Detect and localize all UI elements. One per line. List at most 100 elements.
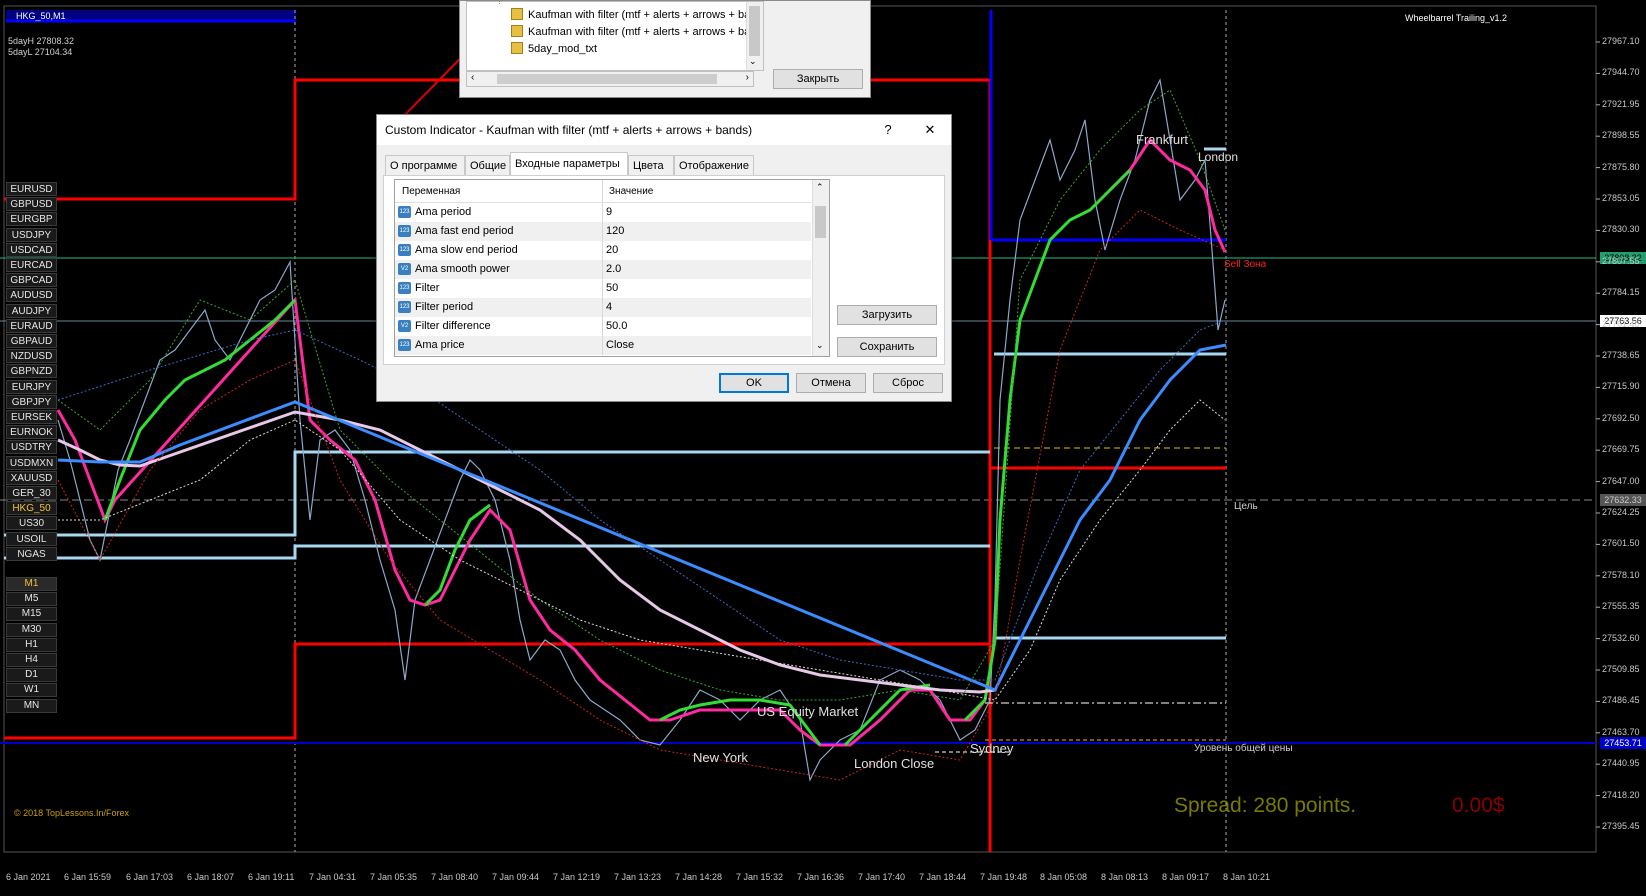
param-row[interactable]: 123 Ama fast end period 120 (395, 222, 811, 241)
param-row[interactable]: 123 Ama price Close (395, 336, 811, 355)
symbol-button-eurjpy[interactable]: EURJPY (6, 379, 57, 394)
param-value[interactable]: 9 (606, 203, 612, 222)
timeframe-button-m5[interactable]: M5 (6, 592, 57, 607)
navigator-item-label: 5day_mod_txt (528, 43, 598, 55)
symbol-button-gbpaud[interactable]: GBPAUD (6, 334, 57, 348)
param-row[interactable]: 123 Filter 50 (395, 279, 811, 298)
param-separator (602, 260, 603, 279)
chevron-down-icon[interactable]: ⌄ (816, 340, 824, 351)
navigator-hscroll[interactable]: ‹ › (466, 71, 754, 87)
timeframe-button-m30[interactable]: M30 (6, 622, 57, 637)
session-sydney: Sydney (970, 741, 1014, 756)
param-separator (602, 336, 603, 355)
target-label: Цель (1234, 501, 1258, 512)
session-london: London (1198, 150, 1239, 164)
tab-1[interactable]: Общие (465, 155, 510, 175)
price-axis-label: 27624.25 (1602, 507, 1640, 517)
save-button[interactable]: Сохранить (837, 337, 937, 357)
symbol-button-gbpusd[interactable]: GBPUSD (6, 197, 57, 212)
symbol-button-usdcad[interactable]: USDCAD (6, 242, 57, 257)
spread-text: Spread: 280 points. (1174, 794, 1357, 817)
green-ma-2 (423, 503, 491, 607)
param-value[interactable]: 50 (606, 279, 618, 298)
symbol-button-xauusd[interactable]: XAUUSD (6, 470, 57, 485)
tab-3[interactable]: Цвета (628, 155, 674, 175)
tab-2[interactable]: Входные параметры (510, 152, 628, 176)
session-frankfurt: Frankfurt (1136, 132, 1189, 147)
symbol-button-usdtry[interactable]: USDTRY (6, 440, 57, 455)
price-axis-label: 27486.45 (1602, 695, 1640, 706)
symbol-button-usoil[interactable]: USOIL (6, 531, 57, 546)
chevron-up-icon[interactable]: ⌃ (816, 182, 824, 193)
reset-button[interactable]: Сброс (873, 373, 943, 393)
symbol-button-gbpjpy[interactable]: GBPJPY (6, 394, 57, 409)
symbol-button-audusd[interactable]: AUDUSD (6, 288, 57, 303)
time-axis-label: 7 Jan 15:32 (736, 872, 784, 882)
navigator-close-button[interactable]: Закрыть (773, 69, 863, 89)
timeframe-button-d1[interactable]: D1 (6, 668, 57, 683)
param-row[interactable]: 123 Ama period 9 (395, 203, 811, 222)
chevron-down-icon[interactable]: ⌄ (749, 56, 757, 67)
navigator-vscroll[interactable]: ⌄ (746, 2, 763, 70)
symbol-button-eurnok[interactable]: EURNOK (6, 425, 57, 440)
symbol-button-usdjpy[interactable]: USDJPY (6, 227, 57, 242)
param-row[interactable]: V2 Ama smooth power 2.0 (395, 260, 811, 279)
symbol-button-gbpnzd[interactable]: GBPNZD (6, 364, 57, 379)
symbol-button-eurgbp[interactable]: EURGBP (6, 212, 57, 227)
time-axis-label: 8 Jan 09:17 (1162, 872, 1210, 882)
cancel-button[interactable]: Отмена (796, 373, 866, 393)
param-value[interactable]: 4 (606, 298, 612, 317)
tab-4[interactable]: Отображение (674, 155, 754, 175)
param-value[interactable]: 50.0 (606, 317, 627, 336)
time-axis-label: 7 Jan 09:44 (492, 872, 540, 882)
symbol-button-gbpcad[interactable]: GBPCAD (6, 273, 57, 288)
param-value[interactable]: 120 (606, 222, 624, 241)
timeframe-button-m1[interactable]: M1 (6, 577, 57, 591)
param-name: Ama slow end period (415, 244, 518, 256)
dialog-title: Custom Indicator - Kaufman with filter (… (385, 123, 753, 137)
timeframe-button-h1[interactable]: H1 (6, 637, 57, 652)
five-day-low: 5dayL 27104.34 (8, 47, 73, 57)
ok-button[interactable]: OK (719, 373, 789, 393)
tab-0[interactable]: О программе (385, 155, 465, 175)
grid-vscroll[interactable]: ⌃ ⌄ (812, 180, 829, 356)
symbol-button-audjpy[interactable]: AUDJPY (6, 303, 57, 318)
load-button[interactable]: Загрузить (837, 305, 937, 325)
grid-header-variable: Переменная (402, 186, 461, 197)
help-button[interactable]: ? (873, 120, 903, 140)
timeframe-button-mn[interactable]: MN (6, 698, 57, 713)
price-axis-label: 27830.30 (1602, 224, 1640, 235)
symbol-button-nzdusd[interactable]: NZDUSD (6, 349, 57, 364)
timeframe-button-m15[interactable]: M15 (6, 607, 57, 622)
symbol-button-euraud[interactable]: EURAUD (6, 318, 57, 333)
navigator-item[interactable]: 5day_mod_txt (511, 42, 597, 58)
symbol-button-hkg_50[interactable]: HKG_50 (6, 501, 57, 516)
param-row[interactable]: V2 Filter difference 50.0 (395, 317, 811, 336)
close-icon[interactable]: ✕ (915, 120, 945, 140)
symbol-button-eurcad[interactable]: EURCAD (6, 258, 57, 272)
param-value[interactable]: Close (606, 336, 634, 355)
grid-vscroll-thumb[interactable] (815, 206, 826, 238)
navigator-vscroll-thumb[interactable] (749, 6, 760, 56)
navigator-item[interactable]: Kaufman with filter (mtf + alerts + arro… (511, 8, 756, 24)
param-row[interactable]: 123 Ama slow end period 20 (395, 241, 811, 260)
timeframe-button-h4[interactable]: H4 (6, 653, 57, 667)
chevron-right-icon[interactable]: › (746, 72, 749, 83)
navigator-hscroll-thumb[interactable] (497, 74, 717, 84)
symbol-button-eurusd[interactable]: EURUSD (6, 182, 57, 196)
symbol-button-eursek[interactable]: EURSEK (6, 410, 57, 424)
param-value[interactable]: 2.0 (606, 260, 621, 279)
price-axis-label: 27944.70 (1602, 67, 1640, 78)
symbol-button-us30[interactable]: US30 (6, 516, 57, 531)
symbol-button-ngas[interactable]: NGAS (6, 546, 57, 561)
time-axis-label: 8 Jan 05:08 (1040, 872, 1088, 882)
chevron-left-icon[interactable]: ‹ (471, 72, 474, 83)
dialog-title-bar[interactable]: Custom Indicator - Kaufman with filter (… (377, 115, 951, 145)
navigator-item[interactable]: Kaufman with filter (mtf + alerts + arro… (511, 25, 756, 41)
param-value[interactable]: 20 (606, 241, 618, 260)
timeframe-button-w1[interactable]: W1 (6, 683, 57, 698)
symbol-button-usdmxn[interactable]: USDMXN (6, 455, 57, 470)
param-row[interactable]: 123 Filter period 4 (395, 298, 811, 317)
symbol-button-ger_30[interactable]: GER_30 (6, 486, 57, 500)
price-axis-label: 27601.50 (1602, 538, 1640, 549)
